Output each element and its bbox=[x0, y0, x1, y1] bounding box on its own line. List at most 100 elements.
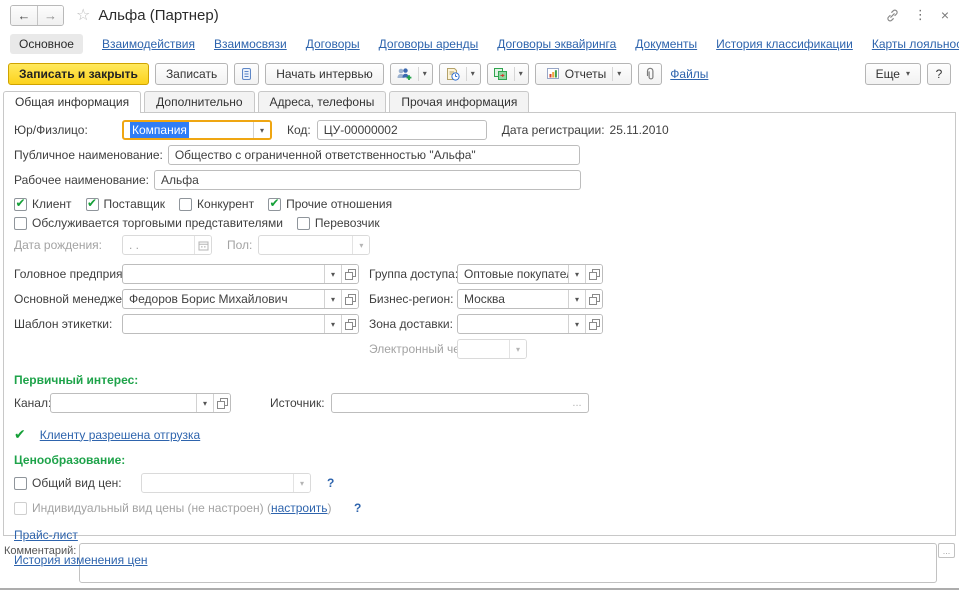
code-label: Код: bbox=[287, 123, 311, 137]
calendar-icon bbox=[194, 236, 211, 254]
add-contact-menu-button[interactable]: ▾ bbox=[389, 62, 433, 85]
dropdown-arrow-button[interactable]: ▾ bbox=[568, 315, 585, 333]
chevron-down-icon: ▾ bbox=[612, 66, 621, 81]
code-input[interactable]: ЦУ-00000002 bbox=[316, 120, 487, 140]
dropdown-arrow-button[interactable]: ▾ bbox=[196, 394, 213, 412]
entity-type-label: Юр/Физлицо: bbox=[14, 123, 88, 137]
configure-link[interactable]: настроить bbox=[271, 501, 328, 515]
dropdown-arrow-button[interactable]: ▾ bbox=[324, 315, 341, 333]
open-button[interactable] bbox=[341, 290, 358, 308]
dropdown-arrow-button[interactable]: ▾ bbox=[568, 290, 585, 308]
birth-date-label: Дата рождения: bbox=[14, 238, 102, 252]
tasks-menu-button[interactable]: ▾ bbox=[438, 62, 481, 85]
more-button[interactable]: Еще ▾ bbox=[864, 62, 921, 85]
favorite-star-icon[interactable]: ☆ bbox=[76, 5, 90, 25]
channel-combo[interactable]: ▾ bbox=[50, 393, 231, 413]
delivery-zone-combo[interactable]: ▾ bbox=[457, 314, 603, 334]
open-button[interactable] bbox=[585, 265, 602, 283]
general-info-panel: Юр/Физлицо: Компания ▾ Код: ЦУ-00000002 … bbox=[3, 112, 956, 567]
forward-button[interactable]: → bbox=[37, 5, 63, 25]
public-name-input[interactable]: Общество с ограниченной ответственностью… bbox=[167, 145, 580, 165]
channel-value bbox=[51, 394, 196, 412]
chevron-down-icon: ▾ bbox=[417, 66, 427, 81]
region-combo[interactable]: Москва ▾ bbox=[457, 289, 603, 309]
chevron-down-icon: ▾ bbox=[513, 66, 523, 81]
manager-combo[interactable]: Федоров Борис Михайлович ▾ bbox=[122, 289, 359, 309]
dropdown-arrow-button[interactable]: ▾ bbox=[568, 265, 585, 283]
dropdown-arrow-button[interactable]: ▾ bbox=[324, 265, 341, 283]
source-label: Источник: bbox=[270, 396, 325, 410]
head-company-combo[interactable]: ▾ bbox=[122, 264, 359, 284]
nav-item-relations[interactable]: Взаимосвязи bbox=[214, 37, 287, 51]
registration-date-label: Дата регистрации: bbox=[501, 123, 605, 137]
reports-label: Отчеты bbox=[564, 66, 607, 81]
paperclip-icon bbox=[644, 67, 656, 81]
access-group-label: Группа доступа: bbox=[369, 267, 459, 281]
entity-type-combo[interactable]: Компания ▾ bbox=[122, 120, 272, 140]
open-button[interactable] bbox=[585, 290, 602, 308]
open-button[interactable] bbox=[585, 315, 602, 333]
source-input[interactable]: ... bbox=[330, 393, 589, 413]
dossier-icon bbox=[240, 67, 253, 81]
code-value: ЦУ-00000002 bbox=[323, 123, 398, 137]
price-list-link[interactable]: Прайс-лист bbox=[14, 528, 78, 542]
dropdown-arrow-button[interactable]: ▾ bbox=[253, 122, 270, 138]
region-value: Москва bbox=[464, 292, 505, 306]
label-template-label: Шаблон этикетки: bbox=[14, 317, 113, 331]
nav-item-contracts[interactable]: Договоры bbox=[306, 37, 360, 51]
manager-label: Основной менеджер: bbox=[14, 292, 133, 306]
tab-additional[interactable]: Дополнительно bbox=[144, 91, 255, 112]
work-name-input[interactable]: Альфа bbox=[153, 170, 581, 190]
close-icon[interactable]: × bbox=[941, 7, 949, 23]
nav-item-main[interactable]: Основное bbox=[10, 33, 83, 54]
sales-rep-checkbox[interactable] bbox=[14, 216, 27, 230]
nav-item-interactions[interactable]: Взаимодействия bbox=[102, 37, 195, 51]
common-price-help[interactable]: ? bbox=[327, 476, 334, 490]
back-button[interactable]: ← bbox=[11, 5, 37, 25]
price-history-link[interactable]: История изменения цен bbox=[14, 553, 148, 567]
people-add-icon bbox=[396, 67, 412, 81]
supplier-checkbox[interactable] bbox=[85, 197, 99, 211]
competitor-label: Конкурент bbox=[197, 197, 255, 211]
nav-item-documents[interactable]: Документы bbox=[635, 37, 697, 51]
copy-menu-button[interactable]: ▾ bbox=[486, 62, 529, 85]
nav-item-loyalty-cards[interactable]: Карты лояльности bbox=[872, 37, 959, 51]
dropdown-arrow-button[interactable]: ▾ bbox=[324, 290, 341, 308]
public-name-value: Общество с ограниченной ответственностью… bbox=[174, 148, 476, 162]
copy-link-icon[interactable] bbox=[885, 8, 900, 23]
tab-other-info[interactable]: Прочая информация bbox=[389, 91, 530, 112]
help-button[interactable]: ? bbox=[927, 62, 951, 85]
other-relations-checkbox[interactable] bbox=[268, 197, 282, 211]
common-price-combo: ▾ bbox=[141, 473, 311, 493]
save-and-close-button[interactable]: Записать и закрыть bbox=[8, 62, 149, 85]
nav-item-lease-contracts[interactable]: Договоры аренды bbox=[379, 37, 479, 51]
reports-menu-button[interactable]: Отчеты ▾ bbox=[534, 62, 633, 85]
dossier-button[interactable] bbox=[234, 62, 260, 85]
nav-item-classification-history[interactable]: История классификации bbox=[716, 37, 853, 51]
nav-item-acquiring-contracts[interactable]: Договоры эквайринга bbox=[497, 37, 616, 51]
individual-price-help[interactable]: ? bbox=[354, 501, 361, 515]
access-group-combo[interactable]: Оптовые покупатели ▾ bbox=[457, 264, 603, 284]
open-button[interactable] bbox=[341, 315, 358, 333]
shipment-allowed-link[interactable]: Клиенту разрешена отгрузка bbox=[40, 428, 200, 442]
files-link[interactable]: Файлы bbox=[670, 67, 708, 81]
kebab-menu-icon[interactable]: ⋮ bbox=[914, 7, 927, 23]
start-interview-button[interactable]: Начать интервью bbox=[265, 62, 384, 85]
tab-addresses[interactable]: Адреса, телефоны bbox=[257, 91, 387, 112]
titlebar: ← → ☆ Альфа (Партнер) ⋮ × bbox=[0, 0, 959, 30]
ellipsis-button[interactable]: ... bbox=[572, 397, 581, 409]
client-checkbox[interactable] bbox=[14, 197, 27, 211]
label-template-combo[interactable]: ▾ bbox=[122, 314, 359, 334]
save-button[interactable]: Записать bbox=[154, 62, 229, 85]
client-label: Клиент bbox=[32, 197, 72, 211]
attach-file-button[interactable] bbox=[638, 62, 663, 85]
common-price-checkbox[interactable] bbox=[14, 476, 27, 490]
sales-rep-label: Обслуживается торговыми представителями bbox=[32, 216, 283, 230]
window-title: Альфа (Партнер) bbox=[98, 6, 219, 24]
copy-arrow-icon bbox=[493, 67, 508, 81]
carrier-checkbox[interactable] bbox=[296, 216, 310, 230]
competitor-checkbox[interactable] bbox=[179, 197, 193, 211]
open-button[interactable] bbox=[213, 394, 230, 412]
tab-general-info[interactable]: Общая информация bbox=[3, 91, 142, 113]
open-button[interactable] bbox=[341, 265, 358, 283]
